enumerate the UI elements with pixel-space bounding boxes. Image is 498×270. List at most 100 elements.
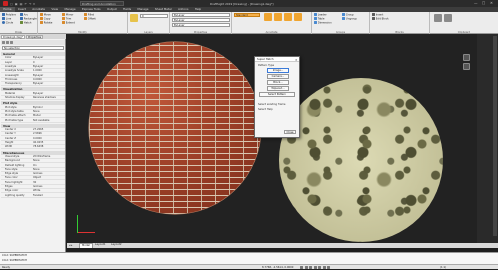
tab-properties[interactable]: Properties: [26, 34, 44, 39]
property-name: Width: [5, 145, 13, 149]
layout-tabs: ◂ ▸ Model Layout1 Layout2: [67, 243, 498, 248]
ribbon-group-layers: 0 Layers: [128, 12, 170, 34]
property-value[interactable]: ByLayer: [33, 82, 43, 86]
cursor-coordinates: 8.7768, -2.5614, 0.0000: [262, 265, 294, 269]
ungroup-button[interactable]: Ungroup: [342, 17, 357, 21]
quick-select-icon[interactable]: [5, 41, 9, 44]
select-existing-frame-link[interactable]: Select existing frame: [258, 103, 286, 106]
drawing-canvas[interactable]: Super Hatch ✕ Pattern Type Image... Came…: [67, 34, 477, 243]
ribbon-group-clipboard: Clipboard: [430, 12, 498, 34]
selection-select[interactable]: No selection: [2, 46, 64, 50]
command-prompt-line[interactable]: Cmd: SUPERHATCH: [2, 259, 27, 262]
property-name: Transparency: [5, 82, 22, 86]
polyline-icon: [2, 13, 5, 16]
group-icon: [342, 13, 345, 16]
window-title: DraftSight 2019 [Drawing] - [Drawing1.dw…: [210, 1, 274, 6]
ribbon-group-blocks: Insert Edit Block Blocks: [370, 12, 430, 34]
stone-hatch-circle[interactable]: [279, 78, 443, 242]
text-style-select[interactable]: Standard: [234, 13, 260, 17]
toggle-pickadd-icon[interactable]: [9, 41, 13, 44]
leader-icon[interactable]: [284, 13, 292, 21]
panel-toolbar: [1, 40, 65, 45]
property-name: Plot table type: [5, 118, 24, 122]
extend-icon: [62, 21, 65, 24]
ungroup-icon: [342, 17, 345, 20]
property-row[interactable]: Width 78.6438: [1, 145, 65, 150]
property-row[interactable]: Plot table type Not available: [1, 119, 65, 123]
cut-icon[interactable]: [444, 14, 452, 22]
property-row[interactable]: Lighting quality Faceted: [1, 194, 65, 198]
navigation-bar: [463, 54, 471, 72]
edit-block-icon: [372, 17, 375, 20]
status-toggles: [300, 266, 332, 270]
dialog-close-icon[interactable]: ✕: [295, 58, 298, 62]
circle-button[interactable]: Circle: [2, 21, 13, 25]
vertical-scrollbar[interactable]: [477, 34, 498, 243]
dialog-title: Super Hatch: [255, 57, 299, 62]
offset-button[interactable]: Offset: [84, 17, 96, 21]
rectangle-icon: [20, 17, 23, 20]
property-row[interactable]: Shadow display Receives shadows: [1, 96, 65, 100]
linestyle-select[interactable]: ByLayer: [172, 18, 230, 22]
circle-icon: [2, 21, 5, 24]
properties-panel: Drawing1.dwg* Properties No selection Ge…: [0, 34, 66, 252]
tab-layout1[interactable]: Layout1: [93, 243, 107, 248]
trim-icon: [62, 17, 65, 20]
workspace-select[interactable]: Drafting and Annotation: [80, 1, 124, 6]
dialog-close-button[interactable]: Close: [284, 129, 296, 134]
property-value[interactable]: 78.6438: [33, 145, 43, 149]
property-row[interactable]: Transparency ByLayer: [1, 82, 65, 87]
dimension-button[interactable]: Dimension: [314, 21, 332, 25]
close-button[interactable]: ✕: [490, 1, 493, 5]
hatch-icon: [20, 21, 23, 24]
tab-model[interactable]: Model: [79, 243, 93, 248]
rotate-button[interactable]: Rotate: [40, 21, 52, 25]
app-logo-icon[interactable]: [3, 1, 8, 6]
insert-icon: [372, 13, 375, 16]
status-bar: Ready 8.7768, -2.5614, 0.0000 (1:1): [0, 264, 498, 269]
command-window[interactable]: Cmd: SUPERHATCH Cmd: SUPERHATCH: [0, 252, 498, 264]
line-icon: [2, 17, 5, 20]
table-icon[interactable]: [294, 13, 302, 21]
select-objects-icon[interactable]: [1, 41, 5, 44]
title-bar: ▢ ▣ ▤ ↶ ↷ ▾ Drafting and Annotation Draf…: [0, 0, 498, 7]
tab-layout2[interactable]: Layout2: [109, 243, 123, 248]
wipeout-button[interactable]: Wipeout...: [267, 86, 289, 91]
fillet-icon: [84, 13, 87, 16]
panel-tabs: Drawing1.dwg* Properties: [0, 34, 66, 39]
dimension-icon[interactable]: [274, 13, 282, 21]
ucs-x-axis: [77, 232, 95, 233]
zoom-icon[interactable]: [463, 63, 470, 70]
extend-button[interactable]: Extend: [62, 21, 75, 25]
select-help-link[interactable]: Select Help: [258, 108, 273, 111]
select-pattern-button[interactable]: Select Pattern: [259, 92, 295, 97]
ribbon: Polyline Line Circle Arc Rectangle Hatch…: [0, 12, 498, 34]
color-select[interactable]: ByLayer: [172, 13, 230, 17]
text-icon[interactable]: [264, 13, 272, 21]
property-value[interactable]: Faceted: [33, 194, 43, 198]
paste-icon[interactable]: [434, 14, 442, 22]
layer-select[interactable]: 0: [140, 14, 168, 18]
hatch-button[interactable]: Hatch: [20, 21, 31, 25]
lineweight-select[interactable]: ByLayer: [172, 23, 230, 27]
layout-nav-arrows[interactable]: ◂ ▸: [69, 244, 72, 247]
rotate-icon: [40, 21, 43, 24]
status-text: Ready: [2, 265, 11, 269]
layer-manager-icon[interactable]: [130, 14, 138, 22]
property-value[interactable]: Receives shadows: [33, 96, 56, 100]
tab-drawing[interactable]: Drawing1.dwg*: [1, 34, 25, 39]
image-button[interactable]: Image...: [267, 68, 289, 73]
annotation-scale[interactable]: (1:1): [440, 266, 446, 269]
quick-access-toolbar[interactable]: ▢ ▣ ▤ ↶ ↷ ▾: [10, 2, 35, 6]
edit-block-button[interactable]: Edit Block: [372, 17, 389, 21]
command-history-line: Cmd: SUPERHATCH: [2, 254, 27, 257]
maximize-button[interactable]: □: [482, 1, 485, 5]
camera-button[interactable]: Camera...: [267, 74, 289, 79]
pan-icon[interactable]: [463, 54, 470, 61]
property-name: Shadow display: [5, 96, 25, 99]
property-value[interactable]: Not available: [33, 119, 49, 123]
block-button[interactable]: Block...: [267, 80, 289, 85]
scrollbar-thumb[interactable]: [493, 36, 497, 236]
minimize-button[interactable]: —: [474, 1, 478, 5]
brick-hatch-circle[interactable]: [89, 42, 261, 214]
